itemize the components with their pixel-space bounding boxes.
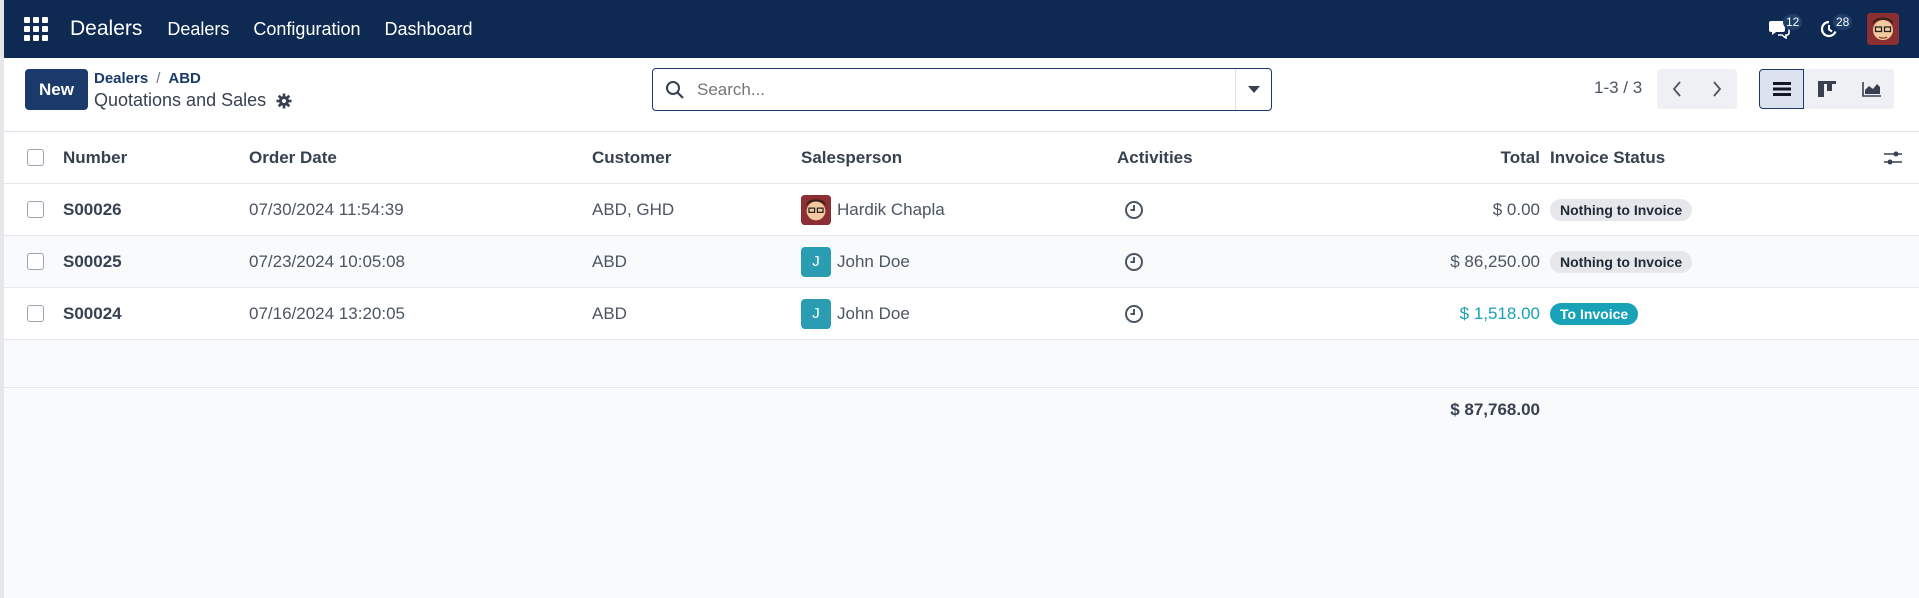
column-header-number[interactable]: Number (63, 132, 127, 183)
view-switcher (1759, 69, 1894, 109)
app-brand[interactable]: Dealers (70, 17, 142, 41)
salesperson-name: John Doe (837, 251, 910, 271)
pager-value[interactable]: 1-3 / 3 (1594, 78, 1642, 98)
salesperson[interactable]: J John Doe (801, 236, 910, 287)
sliders-icon (1884, 151, 1902, 164)
salesperson-name: John Doe (837, 303, 910, 323)
apps-grid-icon[interactable] (24, 17, 48, 41)
chevron-right-icon (1713, 81, 1722, 97)
search-input[interactable] (697, 79, 1227, 100)
order-date: 07/16/2024 13:20:05 (249, 303, 405, 323)
messages-count-badge: 12 (1783, 14, 1803, 30)
optional-columns-toggle[interactable] (1884, 132, 1902, 183)
page-title: Quotations and Sales (94, 90, 292, 111)
salesperson-avatar: J (801, 246, 831, 277)
breadcrumb: Dealers / ABD (94, 70, 201, 87)
breadcrumb-item-dealers[interactable]: Dealers (94, 70, 148, 87)
messages-button[interactable]: 12 (1761, 11, 1803, 47)
grand-total: $ 87,768.00 (1450, 400, 1540, 419)
row-checkbox[interactable] (27, 305, 44, 322)
row-checkbox[interactable] (27, 201, 44, 218)
activity-button[interactable] (1124, 288, 1144, 339)
main-menu: Dealers Configuration Dashboard (167, 19, 472, 40)
control-panel: New Dealers / ABD Quotations and Sales 1-3… (4, 58, 1919, 132)
graph-view-button[interactable] (1849, 69, 1894, 109)
gear-icon[interactable] (276, 93, 292, 109)
table-row[interactable]: S00026 07/30/2024 11:54:39 ABD, GHD Hard… (4, 184, 1919, 236)
breadcrumb-separator: / (156, 70, 161, 87)
customer-name: ABD (592, 303, 627, 323)
menu-item-dealers[interactable]: Dealers (167, 19, 229, 40)
pager-next-button[interactable] (1697, 69, 1737, 109)
table-header: Number Order Date Customer Salesperson A… (4, 132, 1919, 184)
invoice-status-badge: To Invoice (1550, 302, 1639, 325)
new-button[interactable]: New (25, 69, 88, 110)
search-bar (652, 68, 1272, 111)
customer-name: ABD, GHD (592, 199, 675, 219)
clock-icon (1125, 304, 1143, 323)
activity-button[interactable] (1124, 236, 1144, 287)
list-view-button[interactable] (1759, 69, 1804, 109)
order-date: 07/30/2024 11:54:39 (249, 199, 404, 219)
salesperson[interactable]: J John Doe (801, 288, 910, 339)
activities-count-badge: 28 (1833, 14, 1853, 30)
select-all-checkbox[interactable] (27, 149, 44, 166)
order-number: S00025 (63, 251, 122, 271)
column-header-invoice-status[interactable]: Invoice Status (1550, 132, 1665, 183)
column-header-activities[interactable]: Activities (1117, 132, 1193, 183)
activities-button[interactable]: 28 (1811, 11, 1853, 47)
clock-icon (1125, 252, 1143, 271)
order-total: $ 0.00 (1492, 199, 1540, 219)
chevron-left-icon (1672, 81, 1681, 97)
table-row[interactable]: S00025 07/23/2024 10:05:08 ABD J John Do… (4, 236, 1919, 288)
salesperson-avatar: J (801, 298, 831, 329)
invoice-status-badge: Nothing to Invoice (1550, 198, 1693, 221)
kanban-view-icon (1817, 81, 1836, 97)
salesperson-avatar (801, 194, 831, 225)
search-options-toggle[interactable] (1235, 69, 1271, 110)
activity-button[interactable] (1124, 184, 1144, 235)
breadcrumb-item-abd[interactable]: ABD (168, 70, 201, 87)
table-footer: $ 87,768.00 (4, 388, 1919, 598)
row-checkbox[interactable] (27, 253, 44, 270)
menu-item-dashboard[interactable]: Dashboard (384, 19, 472, 40)
column-header-order-date[interactable]: Order Date (249, 132, 337, 183)
pager-previous-button[interactable] (1657, 69, 1697, 109)
salesperson-name: Hardik Chapla (837, 199, 945, 219)
user-avatar-icon (1867, 13, 1899, 45)
column-header-customer[interactable]: Customer (592, 132, 671, 183)
search-icon (666, 80, 684, 99)
area-chart-icon (1861, 82, 1881, 97)
salesperson[interactable]: Hardik Chapla (801, 184, 945, 235)
order-number: S00026 (63, 199, 122, 219)
table-row[interactable]: S00024 07/16/2024 13:20:05 ABD J John Do… (4, 288, 1919, 340)
view-title-text: Quotations and Sales (94, 90, 267, 110)
order-total: $ 86,250.00 (1450, 251, 1540, 271)
order-number: S00024 (63, 303, 122, 323)
person-photo-icon (801, 194, 831, 225)
user-avatar[interactable] (1867, 13, 1899, 45)
caret-down-icon (1247, 85, 1260, 93)
sales-order-list: Number Order Date Customer Salesperson A… (4, 132, 1919, 598)
kanban-view-button[interactable] (1804, 69, 1849, 109)
customer-name: ABD (592, 251, 627, 271)
empty-row (4, 340, 1919, 388)
top-navbar: Dealers Dealers Configuration Dashboard … (4, 0, 1919, 58)
column-header-total[interactable]: Total (1340, 132, 1540, 183)
menu-item-configuration[interactable]: Configuration (253, 19, 360, 40)
order-total: $ 1,518.00 (1459, 303, 1540, 323)
invoice-status-badge: Nothing to Invoice (1550, 250, 1693, 273)
order-date: 07/23/2024 10:05:08 (249, 251, 405, 271)
column-header-salesperson[interactable]: Salesperson (801, 132, 902, 183)
list-view-icon (1772, 82, 1791, 96)
systray: 12 28 (1761, 0, 1919, 58)
pager-buttons (1657, 69, 1737, 109)
clock-icon (1125, 200, 1143, 219)
